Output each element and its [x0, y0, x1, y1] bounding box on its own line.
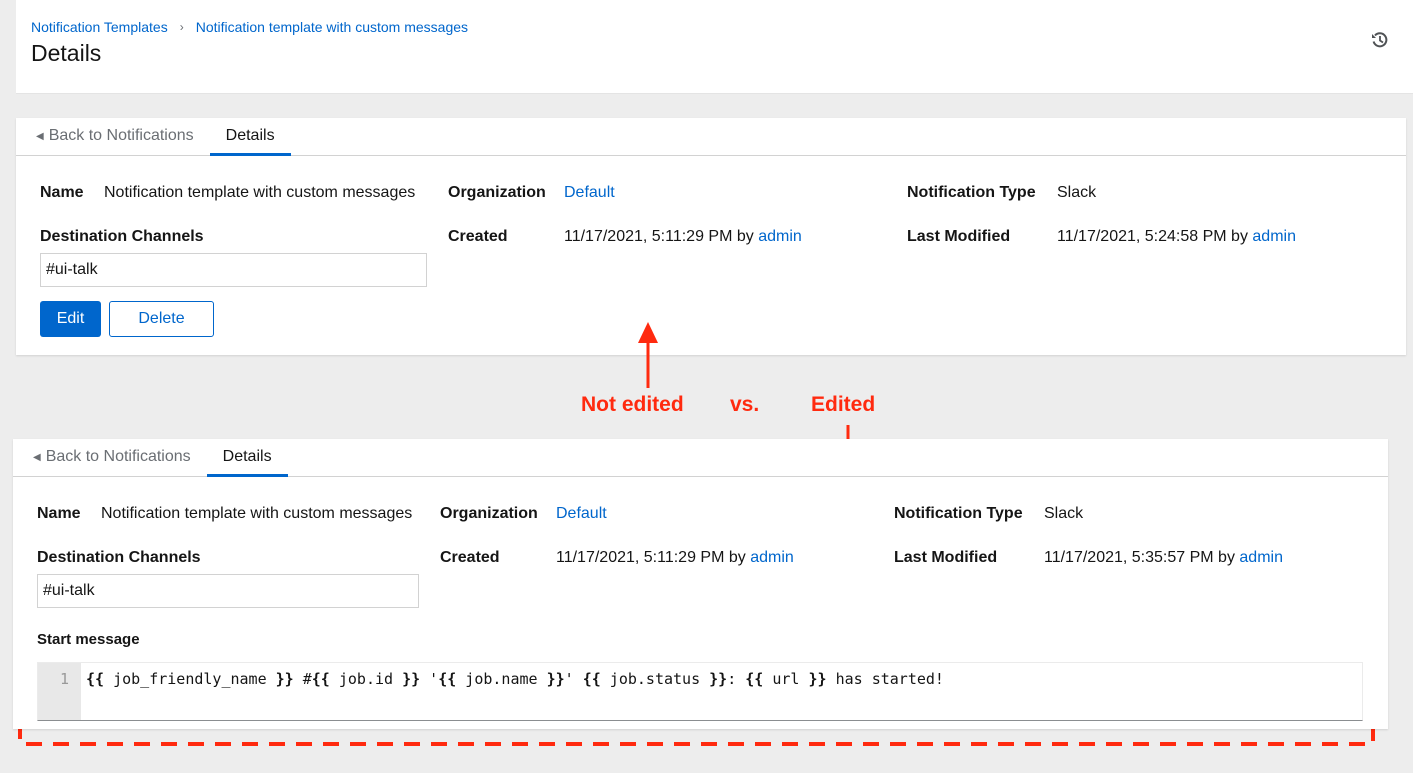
- organization-label: Organization: [440, 505, 538, 522]
- detail-organization: Organization Default: [440, 505, 607, 523]
- notification-type-label: Notification Type: [894, 505, 1023, 522]
- tab-back-to-notifications[interactable]: ◀ Back to Notifications: [13, 438, 207, 476]
- template-brace: }}: [402, 670, 421, 688]
- details-card-edited: ◀ Back to Notifications Details Name Not…: [13, 439, 1388, 729]
- tab-details[interactable]: Details: [206, 438, 288, 477]
- created-value: 11/17/2021, 5:11:29 PM by: [556, 549, 751, 566]
- last-modified-label: Last Modified: [894, 549, 998, 566]
- last-modified-value: 11/17/2021, 5:35:57 PM by: [1044, 549, 1240, 566]
- destination-channels-field: #ui-talk: [37, 574, 419, 608]
- caret-left-icon: ◀: [33, 451, 41, 463]
- template-brace: }}: [709, 670, 728, 688]
- template-brace: {{: [311, 670, 330, 688]
- not-edited-annotation: Not edited: [581, 393, 684, 416]
- vs-annotation: vs.: [730, 393, 760, 416]
- tab-details-label: Details: [222, 448, 272, 465]
- template-brace: {{: [745, 670, 764, 688]
- tab-back-label: Back to Notifications: [45, 448, 191, 465]
- modified-by-link[interactable]: admin: [1239, 549, 1283, 567]
- template-brace: {{: [582, 670, 601, 688]
- detail-created: Created 11/17/2021, 5:11:29 PM by admin: [440, 549, 794, 567]
- name-value: Notification template with custom messag…: [101, 505, 413, 522]
- start-message-label: Start message: [37, 631, 140, 648]
- edited-annotation: Edited: [811, 393, 876, 416]
- name-label: Name: [37, 505, 81, 522]
- tab-bar: ◀ Back to Notifications Details: [13, 439, 1388, 477]
- detail-name: Name Notification template with custom m…: [37, 505, 412, 523]
- template-brace: }}: [546, 670, 565, 688]
- organization-link[interactable]: Default: [556, 505, 607, 523]
- template-brace: {{: [86, 670, 105, 688]
- destination-channels-label: Destination Channels: [37, 549, 201, 566]
- arrow-up-annotation: [638, 322, 658, 388]
- template-brace: }}: [808, 670, 827, 688]
- code-line: {{ job_friendly_name }} #{{ job.id }} '{…: [86, 670, 944, 688]
- detail-last-modified: Last Modified 11/17/2021, 5:35:57 PM by …: [894, 549, 1283, 567]
- detail-notification-type: Notification Type Slack: [894, 505, 1083, 523]
- template-brace: {{: [438, 670, 457, 688]
- notification-type-value: Slack: [1044, 505, 1084, 522]
- template-brace: }}: [275, 670, 294, 688]
- created-by-link[interactable]: admin: [750, 549, 794, 567]
- created-label: Created: [440, 549, 500, 566]
- line-number: 1: [38, 663, 81, 720]
- start-message-code-editor[interactable]: 1 {{ job_friendly_name }} #{{ job.id }} …: [37, 662, 1363, 721]
